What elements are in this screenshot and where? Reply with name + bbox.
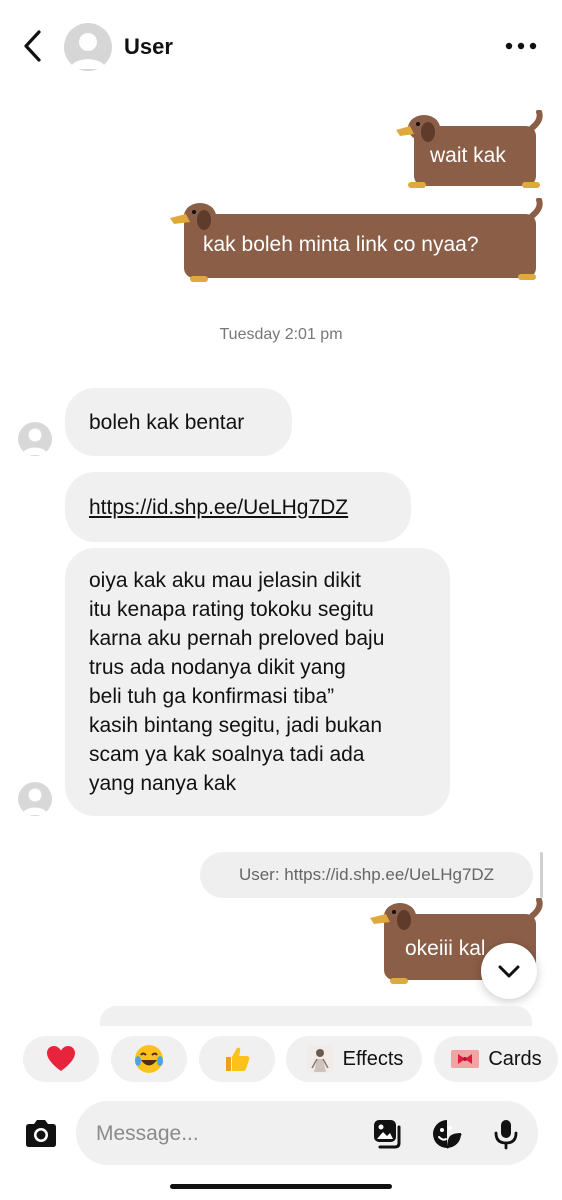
sticker-icon[interactable] bbox=[431, 1118, 463, 1150]
home-indicator bbox=[170, 1184, 392, 1189]
message-line: oiya kak aku mau jelasin dikit bbox=[89, 569, 361, 592]
reply-preview[interactable]: User: https://id.shp.ee/UeLHg7DZ bbox=[200, 852, 533, 898]
camera-icon[interactable] bbox=[22, 1115, 60, 1153]
back-chevron-icon[interactable] bbox=[18, 28, 48, 64]
microphone-icon[interactable] bbox=[490, 1118, 522, 1150]
heart-icon bbox=[47, 1046, 75, 1071]
received-message[interactable]: boleh kak bentar bbox=[65, 388, 292, 456]
laugh-reaction-button[interactable] bbox=[111, 1036, 187, 1082]
message-line: yang nanya kak bbox=[89, 772, 237, 795]
default-avatar-icon bbox=[22, 428, 48, 455]
message-line: karna aku pernah preloved baju bbox=[89, 627, 385, 650]
sent-message[interactable]: wait kak bbox=[430, 144, 506, 168]
reply-indicator-bar bbox=[540, 852, 543, 898]
effects-label: Effects bbox=[342, 1047, 404, 1070]
gift-card-icon bbox=[451, 1050, 480, 1068]
sent-message[interactable]: kak boleh minta link co nyaa? bbox=[203, 233, 479, 257]
sent-message[interactable]: okeiii kak! bbox=[405, 937, 484, 961]
received-link-message[interactable]: https://id.shp.ee/UeLHg7DZ bbox=[65, 472, 411, 542]
message-line: beli tuh ga konfirmasi tiba” bbox=[89, 685, 335, 708]
message-line: kasih bintang segitu, jadi bukan bbox=[89, 714, 383, 737]
thumbs-up-reaction-button[interactable] bbox=[199, 1036, 275, 1082]
default-avatar-icon bbox=[70, 33, 106, 69]
effects-button[interactable]: Effects bbox=[286, 1036, 422, 1082]
received-message[interactable]: oiya kak aku mau jelasin dikit itu kenap… bbox=[65, 548, 450, 816]
chevron-down-icon bbox=[498, 965, 520, 978]
gallery-icon[interactable] bbox=[372, 1118, 404, 1150]
message-line: trus ada nodanya dikit yang bbox=[89, 656, 346, 679]
laughing-tears-icon bbox=[135, 1045, 163, 1073]
default-avatar-icon bbox=[22, 788, 48, 815]
sender-avatar[interactable] bbox=[18, 422, 52, 456]
chat-title[interactable]: User bbox=[124, 34, 173, 60]
scroll-to-bottom-button[interactable] bbox=[481, 943, 537, 999]
sender-avatar[interactable] bbox=[18, 782, 52, 816]
thumbs-up-icon bbox=[226, 1047, 250, 1071]
effects-thumbnail-icon bbox=[305, 1045, 334, 1073]
sent-message-clip: okeiii kak! bbox=[384, 914, 484, 978]
message-timestamp: Tuesday 2:01 pm bbox=[219, 326, 343, 343]
message-input[interactable] bbox=[94, 1115, 358, 1153]
heart-reaction-button[interactable] bbox=[23, 1036, 99, 1082]
message-line: itu kenapa rating tokoku segitu bbox=[89, 598, 374, 621]
cards-button[interactable]: Cards bbox=[434, 1036, 558, 1082]
message-composer bbox=[76, 1101, 538, 1165]
more-options-icon[interactable] bbox=[504, 38, 538, 54]
avatar[interactable] bbox=[64, 23, 112, 71]
message-line: scam ya kak soalnya tadi ada bbox=[89, 743, 365, 766]
cards-label: Cards bbox=[488, 1047, 542, 1070]
